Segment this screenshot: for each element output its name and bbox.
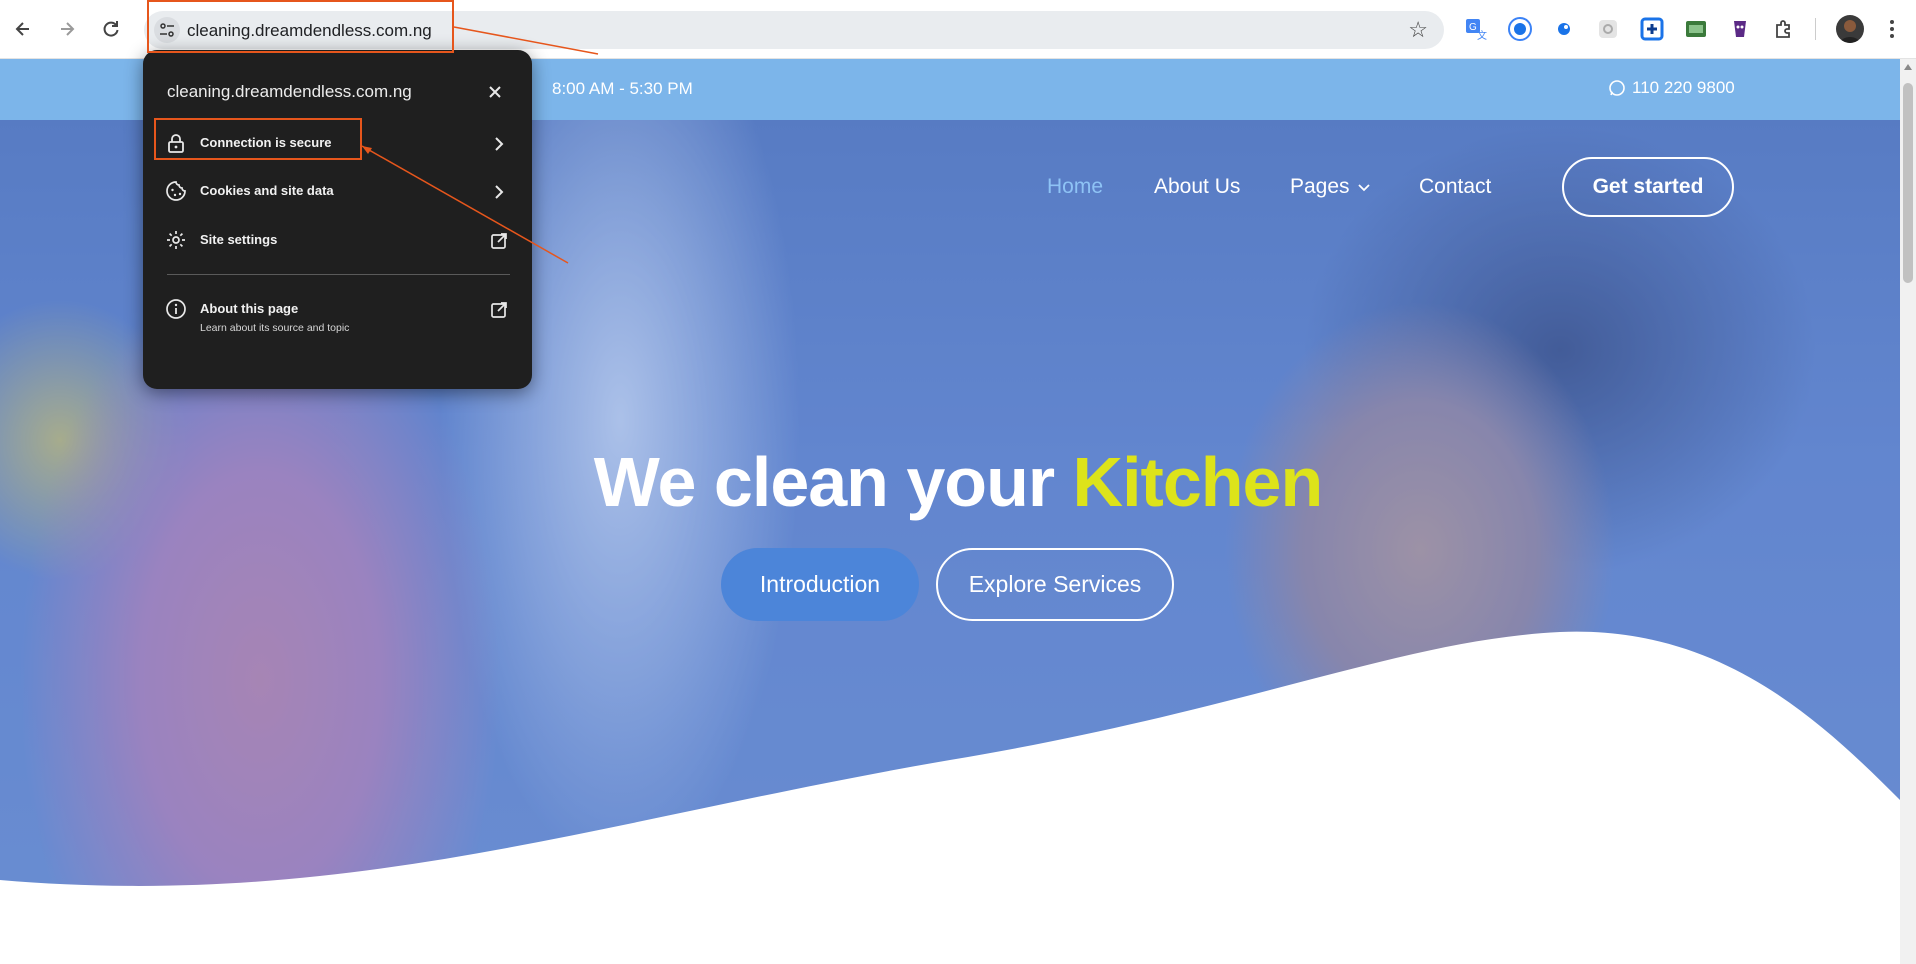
extension-blue-circle-icon[interactable] bbox=[1508, 17, 1532, 41]
phone-text: 110 220 9800 bbox=[1632, 78, 1735, 97]
extension-blue-dot-icon[interactable] bbox=[1552, 17, 1576, 41]
scrollbar-thumb[interactable] bbox=[1903, 83, 1913, 283]
nav-about-us[interactable]: About Us bbox=[1154, 175, 1240, 199]
back-arrow-icon bbox=[15, 22, 29, 36]
nav-pages[interactable]: Pages bbox=[1290, 175, 1372, 199]
close-button[interactable] bbox=[483, 80, 507, 104]
nav-pages-label: Pages bbox=[1290, 175, 1350, 198]
explore-services-button[interactable]: Explore Services bbox=[936, 548, 1174, 621]
svg-text:G: G bbox=[1469, 22, 1477, 33]
extension-purple-icon[interactable] bbox=[1728, 17, 1752, 41]
business-hours: 8:00 AM - 5:30 PM bbox=[552, 79, 693, 98]
forward-arrow-icon bbox=[61, 22, 75, 36]
external-link-icon bbox=[491, 233, 507, 249]
url-highlight-box bbox=[147, 0, 454, 53]
get-started-button[interactable]: Get started bbox=[1562, 157, 1734, 217]
more-menu-icon[interactable] bbox=[1880, 17, 1904, 41]
popup-domain: cleaning.dreamdendless.com.ng bbox=[167, 82, 412, 101]
translate-icon[interactable]: G文 bbox=[1464, 17, 1488, 42]
headline-accent: Kitchen bbox=[1072, 443, 1324, 521]
about-this-page-sublabel: Learn about its source and topic bbox=[200, 322, 350, 334]
avatar[interactable] bbox=[1836, 15, 1864, 43]
site-settings-label: Site settings bbox=[200, 232, 278, 247]
about-this-page-item[interactable]: About this page Learn about its source a… bbox=[143, 288, 532, 344]
svg-text:文: 文 bbox=[1477, 29, 1487, 41]
whatsapp-icon bbox=[1609, 80, 1625, 96]
chevron-right-icon bbox=[495, 185, 504, 199]
toolbar-divider bbox=[1815, 18, 1816, 40]
back-button[interactable] bbox=[8, 14, 38, 44]
chevron-right-icon bbox=[495, 137, 504, 151]
about-this-page-label: About this page bbox=[200, 301, 299, 316]
popup-divider bbox=[167, 274, 510, 275]
cookies-site-data-item[interactable]: Cookies and site data bbox=[143, 170, 532, 214]
extension-blue-square-icon[interactable] bbox=[1640, 17, 1664, 41]
puzzle-icon[interactable] bbox=[1772, 17, 1796, 41]
cookie-icon bbox=[166, 181, 186, 201]
extension-green-icon[interactable] bbox=[1684, 17, 1708, 41]
connection-highlight-box bbox=[154, 118, 362, 160]
forward-button[interactable] bbox=[52, 14, 82, 44]
hero-headline: We clean your Kitchen bbox=[0, 442, 1916, 522]
headline-text: We clean your bbox=[593, 443, 1055, 521]
nav-contact[interactable]: Contact bbox=[1419, 175, 1491, 199]
site-settings-item[interactable]: Site settings bbox=[143, 219, 532, 263]
reload-button[interactable] bbox=[96, 14, 126, 44]
chevron-down-icon bbox=[1357, 184, 1370, 192]
page-scrollbar[interactable] bbox=[1900, 59, 1916, 964]
cookies-site-data-label: Cookies and site data bbox=[200, 183, 334, 198]
extension-gray-icon[interactable] bbox=[1596, 17, 1620, 41]
site-info-popup: cleaning.dreamdendless.com.ng Connection… bbox=[143, 50, 532, 389]
external-link-icon bbox=[491, 302, 507, 318]
reload-icon bbox=[103, 21, 119, 37]
introduction-button[interactable]: Introduction bbox=[721, 548, 919, 621]
phone-number[interactable]: 110 220 9800 bbox=[1608, 78, 1735, 98]
nav-home[interactable]: Home bbox=[1047, 175, 1103, 199]
gear-icon bbox=[167, 231, 185, 249]
bookmark-star-icon[interactable]: ☆ bbox=[1408, 17, 1428, 43]
info-icon bbox=[166, 299, 186, 319]
close-icon bbox=[489, 86, 501, 98]
scroll-up-arrow-icon[interactable] bbox=[1904, 64, 1912, 70]
